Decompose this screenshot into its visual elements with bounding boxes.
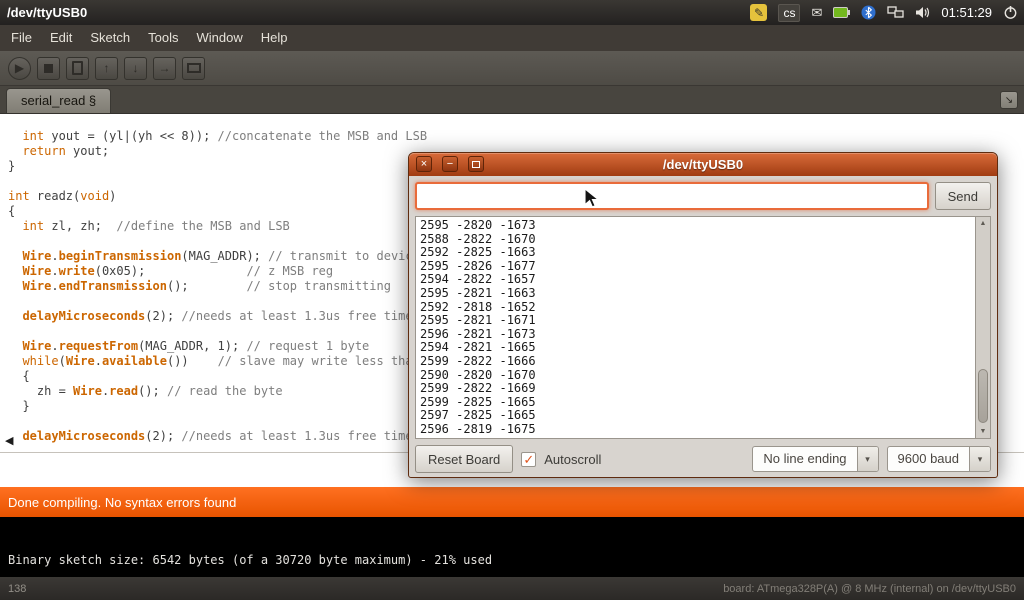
serial-output-lines: 2595 -2820 -16732588 -2822 -16702592 -28…	[416, 217, 974, 438]
reset-board-button[interactable]: Reset Board	[415, 445, 513, 473]
new-sketch-button[interactable]	[66, 57, 89, 80]
maximize-icon	[472, 161, 480, 168]
serial-line: 2592 -2825 -1663	[420, 246, 974, 260]
console-text: Binary sketch size: 6542 bytes (of a 307…	[8, 553, 492, 567]
serial-monitor-title: /dev/ttyUSB0	[409, 153, 997, 176]
serial-input[interactable]	[415, 182, 929, 210]
verify-button[interactable]: ▶	[8, 57, 31, 80]
serial-line: 2599 -2825 -1665	[420, 396, 974, 410]
editor-scroll-left-icon[interactable]: ◀	[5, 434, 13, 447]
stop-icon	[44, 64, 53, 73]
autoscroll-label: Autoscroll	[544, 452, 601, 467]
serial-output: 2595 -2820 -16732588 -2822 -16702592 -28…	[415, 216, 991, 439]
menu-sketch[interactable]: Sketch	[81, 25, 139, 51]
scrollbar-thumb[interactable]	[978, 369, 988, 422]
serial-line: 2594 -2821 -1665	[420, 341, 974, 355]
clock[interactable]: 01:51:29	[941, 5, 992, 20]
menu-window[interactable]: Window	[187, 25, 251, 51]
desktop: /dev/ttyUSB0 ✎ cs ✉ 01:51:29 File	[0, 0, 1024, 600]
window-buttons: × −	[416, 156, 484, 172]
save-button[interactable]: ↓	[124, 57, 147, 80]
bluetooth-icon[interactable]	[861, 5, 876, 20]
serial-line: 2595 -2820 -1673	[420, 219, 974, 233]
top-panel: /dev/ttyUSB0 ✎ cs ✉ 01:51:29	[0, 0, 1024, 25]
baud-rate-value: 9600 baud	[888, 447, 969, 471]
serial-monitor-controls: Reset Board ✓ Autoscroll No line ending …	[415, 445, 991, 473]
minimize-button[interactable]: −	[442, 156, 458, 172]
serial-line: 2590 -2820 -1670	[420, 369, 974, 383]
menu-help[interactable]: Help	[252, 25, 297, 51]
serial-monitor-window: × − /dev/ttyUSB0 Send 2595 -2820 -167325…	[408, 152, 998, 478]
volume-icon[interactable]	[915, 6, 930, 19]
ide-status-strip: 138 board: ATmega328P(A) @ 8 MHz (intern…	[0, 577, 1024, 600]
serial-line: 2599 -2822 -1669	[420, 382, 974, 396]
keyboard-layout-indicator[interactable]: cs	[778, 4, 800, 22]
serial-line: 2594 -2822 -1657	[420, 273, 974, 287]
menu-bar: File Edit Sketch Tools Window Help	[0, 25, 1024, 51]
toolbar: ▶ ↑ ↓ →	[0, 51, 1024, 86]
notes-icon[interactable]: ✎	[750, 4, 767, 21]
power-icon[interactable]	[1003, 5, 1018, 20]
code-line: int yout = (yl|(yh << 8)); //concatenate…	[8, 129, 1024, 144]
window-title: /dev/ttyUSB0	[0, 5, 87, 20]
upload-button[interactable]: →	[153, 57, 176, 80]
status-message: Done compiling. No syntax errors found	[0, 495, 236, 510]
battery-icon[interactable]	[833, 7, 850, 18]
maximize-button[interactable]	[468, 156, 484, 172]
tab-bar: serial_read § ↘	[0, 86, 1024, 114]
serial-monitor-titlebar[interactable]: × − /dev/ttyUSB0	[409, 153, 997, 176]
tab-serial-read[interactable]: serial_read §	[6, 88, 111, 113]
serial-monitor-button[interactable]	[182, 57, 205, 80]
mail-icon[interactable]: ✉	[811, 5, 822, 21]
chevron-down-icon[interactable]: ▾	[857, 447, 878, 471]
serial-scrollbar[interactable]: ▲ ▼	[975, 217, 990, 438]
autoscroll-checkbox[interactable]: ✓	[521, 452, 536, 467]
tab-label: serial_read §	[21, 93, 96, 108]
check-icon: ✓	[523, 453, 534, 466]
line-number: 138	[0, 583, 26, 595]
indicator-area: ✎ cs ✉ 01:51:29	[750, 0, 1024, 25]
serial-input-row: Send	[415, 182, 991, 210]
menu-tools[interactable]: Tools	[139, 25, 187, 51]
serial-line: 2595 -2821 -1663	[420, 287, 974, 301]
new-sketch-icon	[72, 61, 83, 75]
serial-line: 2592 -2818 -1652	[420, 301, 974, 315]
serial-line: 2597 -2825 -1665	[420, 409, 974, 423]
stop-button[interactable]	[37, 57, 60, 80]
menu-edit[interactable]: Edit	[41, 25, 81, 51]
board-info: board: ATmega328P(A) @ 8 MHz (internal) …	[723, 583, 1024, 595]
network-icon[interactable]	[887, 6, 904, 19]
menu-file[interactable]: File	[2, 25, 41, 51]
serial-line: 2599 -2822 -1666	[420, 355, 974, 369]
tab-list-button[interactable]: ↘	[1000, 91, 1018, 109]
mouse-cursor	[584, 188, 600, 210]
baud-rate-select[interactable]: 9600 baud ▾	[887, 446, 991, 472]
status-bar: Done compiling. No syntax errors found	[0, 487, 1024, 517]
open-button[interactable]: ↑	[95, 57, 118, 80]
line-ending-select[interactable]: No line ending ▾	[752, 446, 878, 472]
chevron-down-icon[interactable]: ▾	[969, 447, 990, 471]
serial-monitor-icon	[187, 63, 201, 73]
serial-line: 2595 -2821 -1671	[420, 314, 974, 328]
line-ending-value: No line ending	[753, 447, 856, 471]
serial-line: 2596 -2819 -1675	[420, 423, 974, 437]
scroll-up-icon[interactable]: ▲	[976, 217, 990, 230]
serial-line: 2595 -2826 -1677	[420, 260, 974, 274]
close-button[interactable]: ×	[416, 156, 432, 172]
send-button[interactable]: Send	[935, 182, 991, 210]
serial-line: 2596 -2821 -1673	[420, 328, 974, 342]
scroll-down-icon[interactable]: ▼	[976, 425, 990, 438]
console-output: Binary sketch size: 6542 bytes (of a 307…	[0, 517, 1024, 577]
serial-monitor-body: Send 2595 -2820 -16732588 -2822 -1670259…	[409, 176, 997, 479]
serial-line: 2588 -2822 -1670	[420, 233, 974, 247]
